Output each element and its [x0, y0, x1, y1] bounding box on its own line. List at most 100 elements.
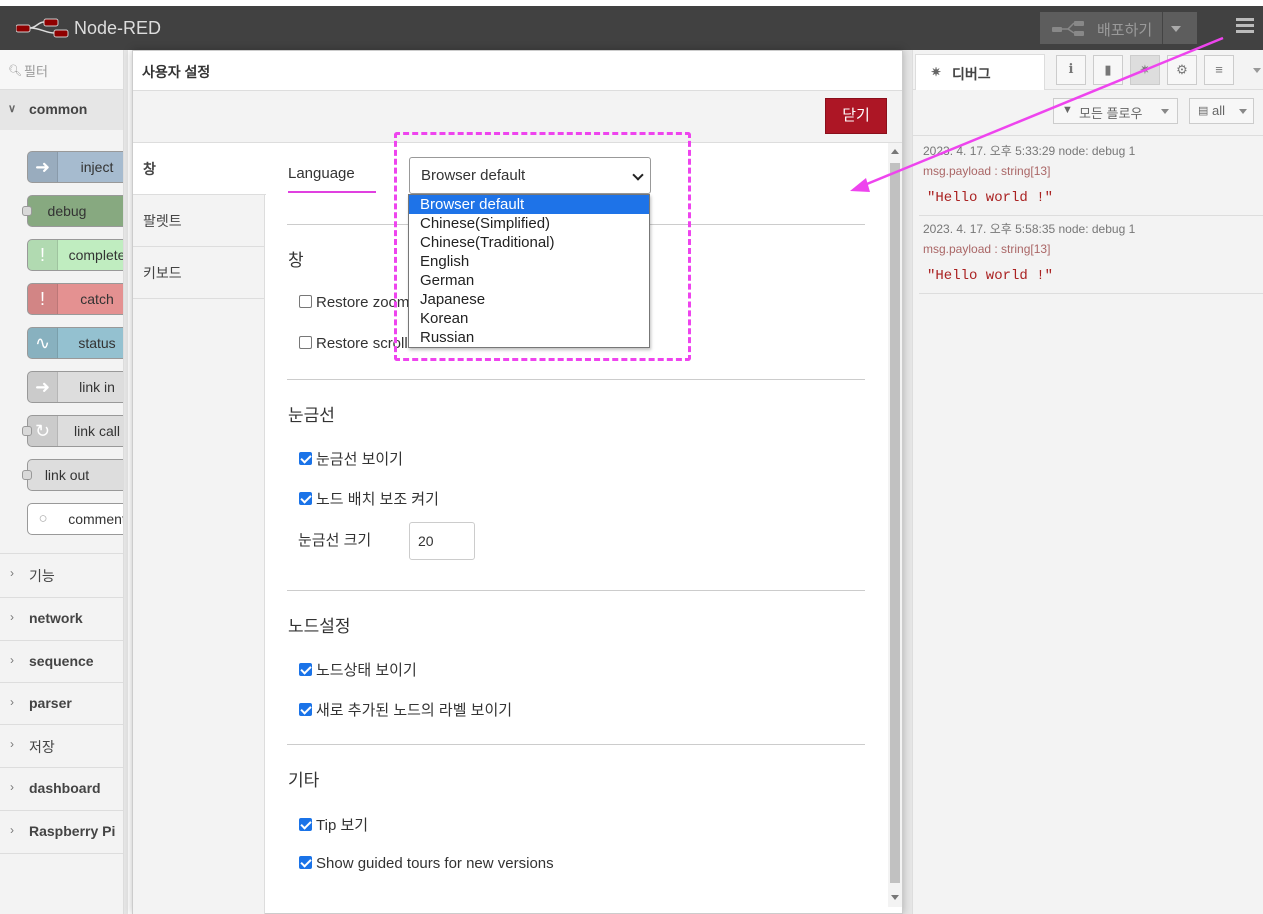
palette-category[interactable]: › 기능 [0, 553, 123, 595]
info-tab-icon[interactable]: i [1056, 55, 1086, 85]
flow-filter-dropdown[interactable]: ▼ 모든 플로우 [1053, 98, 1178, 124]
palette-category[interactable]: › parser [0, 682, 123, 724]
checkbox-checked-icon[interactable] [299, 452, 312, 465]
filter-icon: ▼ [1062, 104, 1073, 116]
deploy-dropdown-icon[interactable] [1171, 26, 1181, 32]
palette-node-debug[interactable]: debug [27, 195, 123, 227]
dialog-scrollbar[interactable] [888, 143, 902, 907]
tab-palette[interactable]: 팔렛트 [133, 195, 265, 247]
palette-footer [0, 853, 123, 914]
palette-category[interactable]: › Raspberry Pi [0, 810, 123, 852]
node-label: inject [80, 159, 114, 175]
all-label: all [1212, 103, 1226, 118]
tab-debug[interactable]: ✷ 디버그 [915, 54, 1045, 90]
node-label: debug [47, 203, 87, 219]
category-label: common [29, 101, 88, 117]
grid-size-input[interactable]: 20 [409, 522, 475, 560]
checkbox-checked-icon[interactable] [299, 492, 312, 505]
chevron-right-icon: › [10, 695, 14, 709]
main-menu-icon[interactable] [1236, 18, 1254, 36]
chevron-right-icon: › [10, 653, 14, 667]
tab-keyboard[interactable]: 키보드 [133, 247, 265, 299]
sidebar-resize-handle[interactable] [903, 50, 912, 914]
node-red-editor: Node-RED 배포하기 🔍︎ 필터 ∨ common ➜ inject de… [0, 0, 1263, 914]
clear-all-dropdown[interactable]: ▤ all [1189, 98, 1254, 124]
palette-category-common[interactable]: ∨ common [0, 90, 123, 130]
checkbox-label: 새로 추가된 노드의 라벨 보이기 [316, 702, 513, 719]
filter-label: 모든 플로우 [1079, 106, 1143, 121]
sidebar-tab-bar: ✷ 디버그 i ▮ ✷ ⚙ ≡ [913, 50, 1263, 90]
divider [287, 590, 865, 591]
scroll-thumb[interactable] [890, 163, 900, 883]
trash-icon: ▤ [1198, 105, 1209, 117]
config-gear-icon[interactable]: ⚙ [1167, 55, 1197, 85]
palette-node-comment[interactable]: ○ comment [27, 503, 124, 535]
debug-meta: 2023. 4. 17. 오후 5:58:35 node: debug 1 [923, 222, 1136, 236]
language-annotation-underline [288, 191, 376, 193]
palette-node-inject[interactable]: ➜ inject [27, 151, 123, 183]
category-label: dashboard [29, 780, 101, 796]
settings-tab-list: 창 팔렛트 키보드 [133, 143, 266, 914]
palette-node-link-call[interactable]: ↻ link call [27, 415, 123, 447]
palette-node-status[interactable]: ∿ status [27, 327, 123, 359]
palette-node-catch[interactable]: ! catch [27, 283, 123, 315]
grid-size-label: 눈금선 크기 [298, 532, 372, 549]
deploy-button[interactable]: 배포하기 [1040, 12, 1197, 44]
palette-filter-input[interactable]: 🔍︎ 필터 [0, 50, 123, 90]
scroll-up-icon[interactable] [891, 149, 899, 154]
checkbox-checked-icon[interactable] [299, 818, 312, 831]
checkbox-checked-icon[interactable] [299, 703, 312, 716]
debug-value: "Hello world !" [927, 190, 1054, 206]
tab-label: 창 [143, 161, 156, 177]
section-view-heading: 창 [288, 251, 304, 270]
palette-category[interactable]: › dashboard [0, 767, 123, 809]
node-label: catch [80, 291, 114, 307]
close-button[interactable]: 닫기 [825, 98, 887, 134]
app-title: Node-RED [74, 18, 162, 38]
restore-scroll-checkbox[interactable]: Restore scroll [299, 335, 408, 352]
chevron-down-icon [1161, 109, 1169, 114]
node-input-port [22, 470, 32, 480]
snap-grid-checkbox[interactable]: 노드 배치 보조 켜기 [299, 488, 439, 509]
checkbox-unchecked-icon[interactable] [299, 295, 312, 308]
debug-value: "Hello world !" [927, 268, 1054, 284]
show-grid-checkbox[interactable]: 눈금선 보이기 [299, 448, 403, 469]
debug-message-list: 2023. 4. 17. 오후 5:33:29 node: debug 1 ms… [919, 138, 1263, 294]
palette-category[interactable]: › 저장 [0, 724, 123, 766]
palette-resize-handle[interactable] [124, 50, 128, 914]
checkbox-label: 노드상태 보이기 [316, 662, 417, 679]
node-palette: 🔍︎ 필터 ∨ common ➜ inject debug ! complete… [0, 50, 124, 914]
scroll-down-icon[interactable] [891, 895, 899, 900]
category-label: network [29, 610, 83, 626]
category-label: 기능 [29, 568, 55, 584]
tab-label: 키보드 [143, 265, 182, 281]
help-book-icon[interactable]: ▮ [1093, 55, 1123, 85]
show-node-status-checkbox[interactable]: 노드상태 보이기 [299, 659, 417, 680]
sidebar-menu-chevron-icon[interactable] [1253, 68, 1261, 73]
debug-meta: 2023. 4. 17. 오후 5:33:29 node: debug 1 [923, 144, 1136, 158]
debug-tab-icon[interactable]: ✷ [1130, 55, 1160, 85]
palette-category[interactable]: › network [0, 597, 123, 639]
tab-view[interactable]: 창 [133, 143, 266, 195]
chevron-right-icon: › [10, 610, 14, 624]
palette-category[interactable]: › sequence [0, 640, 123, 682]
restore-zoom-checkbox[interactable]: Restore zoom [299, 294, 409, 311]
checkbox-unchecked-icon[interactable] [299, 336, 312, 349]
checkbox-label: 노드 배치 보조 켜기 [316, 491, 439, 508]
dialog-title: 사용자 설정 [142, 64, 211, 80]
node-label: comment [68, 511, 124, 527]
context-data-icon[interactable]: ≡ [1204, 55, 1234, 85]
palette-node-link-out[interactable]: link out [27, 459, 123, 491]
palette-node-link-in[interactable]: ➜ link in [27, 371, 123, 403]
checkbox-label: Show guided tours for new versions [316, 855, 554, 872]
show-tours-checkbox[interactable]: Show guided tours for new versions [299, 855, 554, 872]
palette-node-complete[interactable]: ! complete [27, 239, 123, 271]
section-nodes-heading: 노드설정 [288, 617, 351, 636]
node-input-port [22, 426, 32, 436]
checkbox-checked-icon[interactable] [299, 856, 312, 869]
show-node-labels-checkbox[interactable]: 새로 추가된 노드의 라벨 보이기 [299, 699, 512, 720]
annotation-dashed-box [394, 132, 691, 361]
checkbox-checked-icon[interactable] [299, 663, 312, 676]
debug-message: 2023. 4. 17. 오후 5:33:29 node: debug 1 ms… [919, 138, 1263, 216]
show-tips-checkbox[interactable]: Tip 보기 [299, 814, 368, 835]
